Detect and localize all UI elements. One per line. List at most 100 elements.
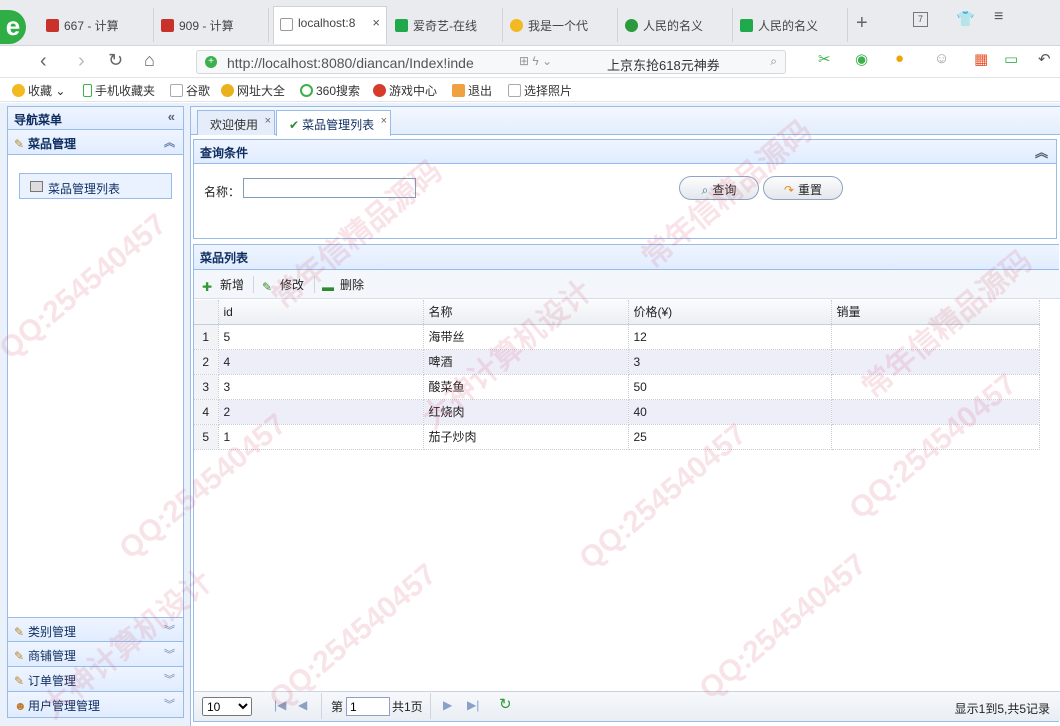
edit-button[interactable]: ✎ 修改	[262, 276, 304, 294]
accordion-category-management[interactable]: ✎ 类别管理 ︾	[8, 617, 183, 642]
page-number-input[interactable]	[346, 697, 390, 716]
undo-icon[interactable]: ↶	[1038, 50, 1051, 68]
tab-count-icon[interactable]: 7	[913, 12, 928, 27]
query-panel: 查询条件 ︽ 名称： ⌕ 查询 ↷ 重置	[193, 139, 1057, 239]
tab-close-icon[interactable]: ×	[265, 115, 271, 127]
360-icon	[300, 84, 313, 97]
chevron-down-icon[interactable]: ︾	[164, 646, 175, 662]
cell-price: 12	[628, 324, 832, 350]
page-size-select[interactable]: 10	[202, 697, 252, 716]
accordion-shop-management[interactable]: ✎ 商铺管理 ︾	[8, 642, 183, 667]
browser-tab-active[interactable]: localhost:8 ×	[273, 6, 387, 44]
battery-icon[interactable]: ▭	[1004, 50, 1018, 68]
tab-dish-list[interactable]: ✔ 菜品管理列表 ×	[276, 110, 392, 136]
bookmark-google[interactable]: 谷歌	[170, 82, 210, 99]
cell-name: 酸菜鱼	[423, 374, 629, 400]
last-page-icon[interactable]: ▶|	[467, 698, 479, 712]
delete-button[interactable]: ▬ 删除	[322, 276, 364, 294]
search-button[interactable]: ⌕ 查询	[679, 176, 759, 200]
bookmark-favorites[interactable]: 收藏 ⌄	[12, 82, 65, 99]
refresh-icon[interactable]: ↻	[108, 50, 123, 71]
browser-tab[interactable]: 我是一个代	[504, 8, 618, 42]
table-row[interactable]: 1 5 海带丝 12	[194, 324, 1040, 350]
column-header-sales[interactable]: 销量	[831, 300, 1040, 325]
bookmark-photo[interactable]: 选择照片	[508, 82, 572, 99]
first-page-icon[interactable]: |◀	[274, 698, 286, 712]
pencil-icon: ✎	[14, 649, 25, 663]
name-label: 名称：	[204, 185, 241, 199]
back-icon[interactable]: ‹	[40, 50, 47, 73]
column-header-price[interactable]: 价格(¥)	[628, 300, 832, 325]
bookmark-exit[interactable]: 退出	[452, 82, 492, 99]
add-button[interactable]: ✚ 新增	[202, 276, 244, 294]
row-number: 5	[194, 424, 219, 450]
chevron-up-icon[interactable]: ︽	[1035, 142, 1048, 161]
table-row[interactable]: 2 4 啤酒 3	[194, 349, 1040, 375]
chevron-down-icon[interactable]: ︾	[164, 696, 175, 712]
search-promo[interactable]: 上京东抢618元神券	[607, 55, 720, 74]
cell-sales	[831, 374, 1040, 400]
sidebar-item-dish-list[interactable]: 菜品管理列表	[19, 173, 172, 199]
skin-icon[interactable]: 👕	[956, 10, 975, 28]
browser-tab[interactable]: 爱奇艺-在线	[389, 8, 503, 42]
table-row[interactable]: 3 3 酸菜鱼 50	[194, 374, 1040, 400]
plus-icon: ✚	[202, 280, 213, 294]
name-input[interactable]	[243, 178, 416, 198]
browser-tab[interactable]: 人民的名义	[734, 8, 848, 42]
chevron-up-icon[interactable]: ︽	[164, 134, 175, 150]
forward-icon[interactable]: ›	[78, 50, 85, 73]
pencil-icon: ✎	[14, 625, 25, 639]
bookmark-mobile[interactable]: 手机收藏夹	[83, 82, 155, 99]
browser-tab[interactable]: 人民的名义	[619, 8, 733, 42]
browser-tab-bar: e 667 - 计算 909 - 计算 localhost:8 × 爱奇艺-在线 …	[0, 0, 1060, 46]
tab-close-icon[interactable]: ×	[372, 15, 380, 30]
cell-price: 40	[628, 399, 832, 425]
coin-icon[interactable]: ●	[895, 50, 904, 67]
tab-favicon-icon	[395, 19, 408, 32]
tab-close-icon[interactable]: ×	[381, 115, 387, 127]
cell-name: 海带丝	[423, 324, 629, 350]
translate-icon[interactable]: ◉	[855, 50, 868, 68]
apps-icon[interactable]: ▦	[974, 50, 988, 68]
menu-icon[interactable]: ≡	[994, 8, 1003, 26]
list-title: 菜品列表	[200, 251, 249, 265]
tab-title: 667 - 计算	[64, 19, 119, 33]
browser-tab[interactable]: 667 - 计算	[40, 8, 154, 42]
prev-page-icon[interactable]: ◀	[298, 698, 307, 712]
bookmark-360[interactable]: 360搜索	[300, 82, 360, 99]
table-row[interactable]: 4 2 红烧肉 40	[194, 399, 1040, 425]
emoji-icon[interactable]: ☺	[934, 50, 949, 67]
home-icon[interactable]: ⌂	[144, 50, 155, 71]
bookmark-games[interactable]: 游戏中心	[373, 82, 437, 99]
chevron-down-icon[interactable]: ︾	[164, 622, 175, 638]
column-header-name[interactable]: 名称	[423, 300, 629, 325]
browser-toolbar: ‹ › ↻ ⌂ + http://localhost:8080/diancan/…	[0, 46, 1060, 78]
collapse-left-icon[interactable]: «	[168, 109, 175, 124]
scissors-icon[interactable]: ✂	[818, 50, 831, 68]
next-page-icon[interactable]: ▶	[443, 698, 452, 712]
cell-name: 红烧肉	[423, 399, 629, 425]
new-tab-button[interactable]: +	[856, 12, 868, 35]
accordion-dish-management[interactable]: ✎ 菜品管理 ︽	[8, 130, 183, 155]
page-icon	[170, 84, 183, 97]
pagination-bar: 10 |◀ ◀ 第 共1页 ▶ ▶| ↻ 显示1到5,共5记录	[194, 691, 1060, 721]
exit-icon	[452, 84, 465, 97]
bookmark-sites[interactable]: 网址大全	[221, 82, 285, 99]
column-header-id[interactable]: id	[218, 300, 424, 325]
reset-button[interactable]: ↷ 重置	[763, 176, 843, 200]
accordion-user-management[interactable]: ☻用户管理管理 ︾	[8, 692, 183, 717]
tab-title: 人民的名义	[643, 19, 704, 33]
refresh-icon[interactable]: ↻	[499, 695, 512, 713]
browser-tab[interactable]: 909 - 计算	[155, 8, 269, 42]
accordion-order-management[interactable]: ✎ 订单管理 ︾	[8, 667, 183, 692]
search-icon[interactable]: ⌕	[770, 54, 777, 69]
address-bar[interactable]: + http://localhost:8080/diancan/Index!in…	[196, 50, 786, 74]
chevron-down-icon[interactable]: ︾	[164, 671, 175, 687]
page-favicon-icon	[280, 18, 293, 31]
game-icon	[373, 84, 386, 97]
url-text[interactable]: http://localhost:8080/diancan/Index!inde	[227, 55, 474, 71]
tab-welcome[interactable]: 欢迎使用 ×	[197, 110, 276, 135]
table-row[interactable]: 5 1 茄子炒肉 25	[194, 424, 1040, 450]
address-tools-icon[interactable]: ⊞ ϟ ⌄	[519, 54, 552, 68]
toolbar-divider	[314, 276, 315, 293]
